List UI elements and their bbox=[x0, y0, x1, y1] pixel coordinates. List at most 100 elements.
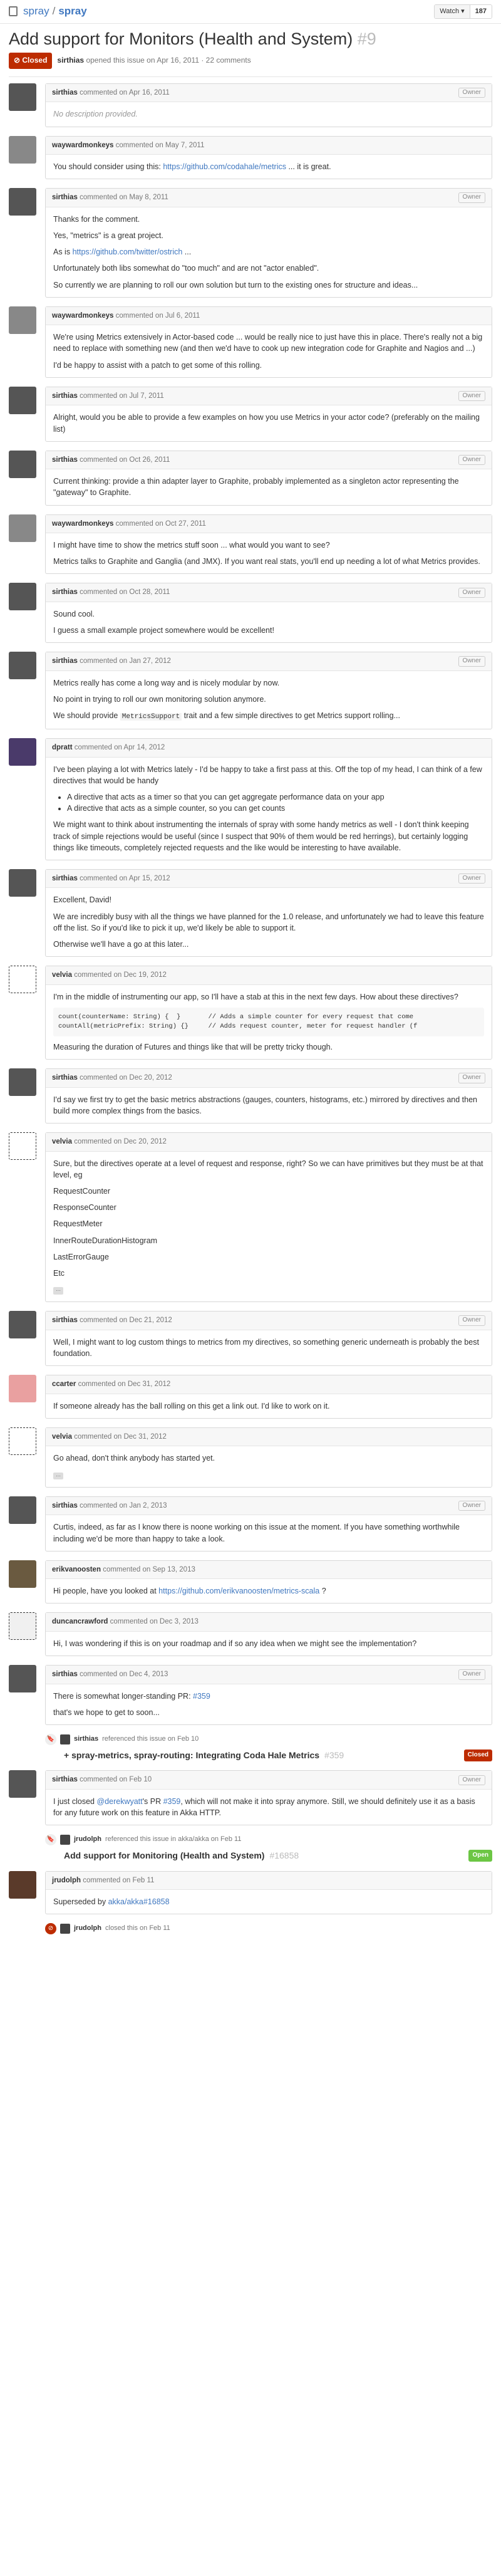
avatar[interactable] bbox=[9, 386, 36, 414]
comment-author[interactable]: sirthias bbox=[52, 392, 78, 400]
avatar[interactable] bbox=[9, 1427, 36, 1455]
ref-number: #16858 bbox=[269, 1850, 299, 1861]
comment-date[interactable]: commented on Dec 21, 2012 bbox=[80, 1317, 172, 1324]
avatar[interactable] bbox=[9, 1665, 36, 1693]
comment-date[interactable]: commented on Dec 31, 2012 bbox=[78, 1380, 171, 1388]
comment: sirthias commented on Apr 15, 2012 Owner E… bbox=[9, 868, 492, 957]
comment-author[interactable]: sirthias bbox=[52, 1502, 78, 1510]
comment-author[interactable]: velvia bbox=[52, 1138, 72, 1145]
watch-count[interactable]: 187 bbox=[469, 4, 492, 19]
repo-owner-link[interactable]: spray bbox=[23, 4, 49, 19]
comment-author[interactable]: waywardmonkeys bbox=[52, 312, 113, 320]
event-actor[interactable]: jrudolph bbox=[74, 1924, 101, 1934]
avatar[interactable] bbox=[9, 188, 36, 216]
comment: sirthias commented on Jul 7, 2011 Owner Al… bbox=[9, 386, 492, 442]
comment-author[interactable]: velvia bbox=[52, 971, 72, 979]
comment-author[interactable]: sirthias bbox=[52, 89, 78, 96]
comment-author[interactable]: sirthias bbox=[52, 1074, 78, 1082]
comment-author[interactable]: sirthias bbox=[52, 657, 78, 665]
issue-author[interactable]: sirthias bbox=[57, 56, 84, 65]
comment: waywardmonkeys commented on May 7, 2011 Y… bbox=[9, 135, 492, 180]
comment-author[interactable]: sirthias bbox=[52, 588, 78, 596]
comment-date[interactable]: commented on Sep 13, 2013 bbox=[103, 1566, 195, 1573]
avatar[interactable] bbox=[9, 306, 36, 334]
comment-author[interactable]: erikvanoosten bbox=[52, 1566, 101, 1573]
avatar[interactable] bbox=[9, 83, 36, 111]
comment-author[interactable]: jrudolph bbox=[52, 1877, 81, 1884]
comment-date[interactable]: commented on Oct 28, 2011 bbox=[80, 588, 170, 596]
comment-date[interactable]: commented on Jan 2, 2013 bbox=[80, 1502, 167, 1510]
referenced-issue[interactable]: + spray-metrics, spray-routing: Integrat… bbox=[64, 1749, 492, 1761]
avatar[interactable] bbox=[60, 1734, 70, 1745]
comment: erikvanoosten commented on Sep 13, 2013 H… bbox=[9, 1560, 492, 1604]
comment-date[interactable]: commented on Apr 16, 2011 bbox=[80, 89, 170, 96]
avatar[interactable] bbox=[9, 1770, 36, 1798]
avatar[interactable] bbox=[9, 738, 36, 766]
ref-title[interactable]: + spray-metrics, spray-routing: Integrat… bbox=[64, 1749, 319, 1761]
comment-date[interactable]: commented on Apr 15, 2012 bbox=[80, 875, 170, 882]
comment-author[interactable]: velvia bbox=[52, 1433, 72, 1441]
comment-date[interactable]: commented on Apr 14, 2012 bbox=[75, 744, 165, 751]
comment-date[interactable]: commented on Dec 31, 2012 bbox=[74, 1433, 167, 1441]
comment-author[interactable]: sirthias bbox=[52, 1317, 78, 1324]
comment-date[interactable]: commented on Jan 27, 2012 bbox=[80, 657, 171, 665]
avatar[interactable] bbox=[60, 1924, 70, 1934]
expand-ellipsis-button[interactable]: ··· bbox=[53, 1286, 63, 1295]
comment-author[interactable]: sirthias bbox=[52, 456, 78, 464]
avatar[interactable] bbox=[9, 583, 36, 611]
comment-author[interactable]: sirthias bbox=[52, 875, 78, 882]
avatar[interactable] bbox=[9, 1560, 36, 1588]
comment-author[interactable]: dpratt bbox=[52, 744, 73, 751]
avatar[interactable] bbox=[9, 1374, 36, 1402]
referenced-issue[interactable]: Add support for Monitoring (Health and S… bbox=[64, 1849, 492, 1862]
event-actor[interactable]: sirthias bbox=[74, 1734, 98, 1744]
watch-label[interactable]: Watch ▾ bbox=[435, 4, 470, 19]
avatar[interactable] bbox=[9, 135, 36, 164]
comment-date[interactable]: commented on Dec 3, 2013 bbox=[110, 1618, 199, 1625]
avatar[interactable] bbox=[9, 1612, 36, 1640]
ref-title[interactable]: Add support for Monitoring (Health and S… bbox=[64, 1849, 264, 1862]
avatar[interactable] bbox=[9, 1496, 36, 1524]
comment-date[interactable]: commented on Dec 20, 2012 bbox=[74, 1138, 167, 1145]
avatar[interactable] bbox=[9, 514, 36, 542]
comment-date[interactable]: commented on Dec 19, 2012 bbox=[74, 971, 167, 979]
avatar[interactable] bbox=[9, 450, 36, 478]
comment-author[interactable]: sirthias bbox=[52, 1776, 78, 1783]
comment: sirthias commented on Dec 20, 2012 Owner I… bbox=[9, 1068, 492, 1124]
repo-name-link[interactable]: spray bbox=[58, 4, 86, 19]
comment: velvia commented on Dec 19, 2012 I'm in t… bbox=[9, 965, 492, 1060]
avatar[interactable] bbox=[9, 1068, 36, 1097]
comment-date[interactable]: commented on Dec 20, 2012 bbox=[80, 1074, 172, 1082]
avatar[interactable] bbox=[9, 965, 36, 993]
comment-author[interactable]: ccarter bbox=[52, 1380, 76, 1388]
comment-date[interactable]: commented on Feb 11 bbox=[83, 1877, 154, 1884]
comment-author[interactable]: sirthias bbox=[52, 1671, 78, 1678]
comment-date[interactable]: commented on Dec 4, 2013 bbox=[80, 1671, 168, 1678]
comment-author[interactable]: sirthias bbox=[52, 194, 78, 201]
comment-date[interactable]: commented on Jul 6, 2011 bbox=[116, 312, 200, 320]
expand-ellipsis-button[interactable]: ··· bbox=[53, 1472, 63, 1480]
comment-date[interactable]: commented on Feb 10 bbox=[80, 1776, 152, 1783]
avatar[interactable] bbox=[9, 868, 36, 897]
owner-badge: Owner bbox=[458, 454, 485, 466]
avatar[interactable] bbox=[9, 1311, 36, 1339]
watch-button[interactable]: Watch ▾ 187 bbox=[434, 4, 492, 19]
avatar[interactable] bbox=[9, 1132, 36, 1160]
comment-date[interactable]: commented on May 8, 2011 bbox=[80, 194, 168, 201]
comment-date[interactable]: commented on Jul 7, 2011 bbox=[80, 392, 164, 400]
comment-date[interactable]: commented on May 7, 2011 bbox=[116, 142, 205, 149]
avatar[interactable] bbox=[60, 1835, 70, 1845]
comment-author[interactable]: waywardmonkeys bbox=[52, 520, 113, 528]
code-block: count(counterName: String) { } // Adds a… bbox=[53, 1007, 484, 1037]
comment-author[interactable]: duncancrawford bbox=[52, 1618, 108, 1625]
comment-date[interactable]: commented on Oct 27, 2011 bbox=[116, 520, 206, 528]
issue-number: #9 bbox=[357, 29, 376, 48]
event-actor[interactable]: jrudolph bbox=[74, 1835, 101, 1845]
avatar[interactable] bbox=[9, 1870, 36, 1899]
comment-box: sirthias commented on Oct 26, 2011 Owner C… bbox=[45, 450, 492, 506]
comment-author[interactable]: waywardmonkeys bbox=[52, 142, 113, 149]
comment: ccarter commented on Dec 31, 2012 If some… bbox=[9, 1374, 492, 1419]
comment-body: Sound cool. I guess a small example proje… bbox=[46, 602, 492, 642]
comment-date[interactable]: commented on Oct 26, 2011 bbox=[80, 456, 170, 464]
avatar[interactable] bbox=[9, 652, 36, 680]
